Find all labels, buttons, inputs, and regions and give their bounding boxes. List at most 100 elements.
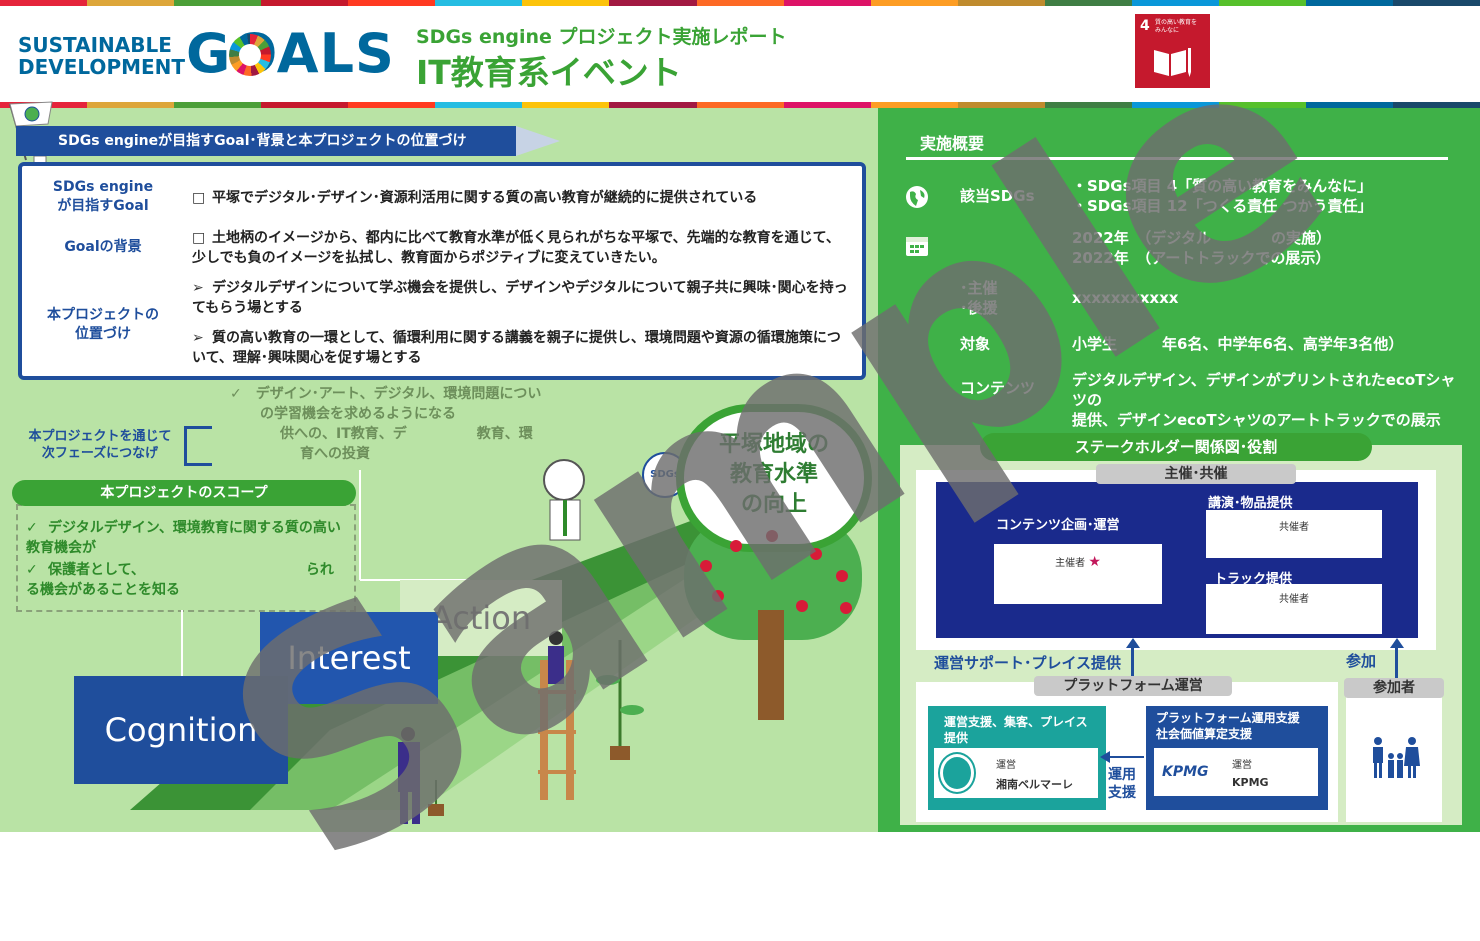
join-label: 参加: [1346, 652, 1377, 670]
sdg-color-segment: [1305, 0, 1393, 6]
sdg-color-segment: [0, 0, 88, 6]
banner-pencil-tip: [516, 126, 560, 156]
next-phase-bracket: [184, 426, 212, 466]
bellmare-card: 運営 湘南ベルマーレ: [934, 748, 1098, 798]
co-host-box-2: 共催者: [1206, 584, 1382, 634]
bellmare-name: 湘南ベルマーレ: [996, 778, 1073, 791]
participant-tag: 参加者: [1344, 678, 1444, 698]
date-value: 2022年 （デジタル の実施） 2022年 （アートトラックでの展示）: [1072, 229, 1331, 267]
positioning-text-1: ➢ デジタルデザインについて学ぶ機会を提供し、デザインやデジタルについて親子共に興…: [192, 278, 852, 318]
host-inner-box: コンテンツ企画･運営 主催者 ★ 講演･物品提供 共催者 トラック提供 共催者: [936, 482, 1418, 638]
kpmg-role-title: プラットフォーム運用支援 社会価値算定支援: [1156, 711, 1300, 741]
outcome-note: ✓ デザイン･アート、デジタル、環境問題につい の学習機会を求めるようになる 供…: [230, 384, 580, 464]
background-text: □ 土地柄のイメージから、都内に比べて教育水準が低く見られがちな平塚で、先端的な教…: [192, 228, 852, 268]
co-host-box-1: 共催者: [1206, 510, 1382, 558]
overview-heading: 実施概要: [920, 134, 985, 153]
apple-icon: [810, 548, 822, 560]
goal-text-body: 平塚でデジタル･デザイン･資源利活用に関する質の高い教育が継続的に提供されている: [212, 190, 758, 206]
goal-text: □ 平塚でデジタル･デザイン･資源利活用に関する質の高い教育が継続的に提供されてい…: [192, 188, 852, 208]
page-title: IT教育系イベント: [416, 53, 682, 92]
apple-icon: [840, 602, 852, 614]
target-value: 小学生 年6名、中学年6名、高学年3名他）: [1072, 335, 1404, 353]
book-pencil-icon: [1154, 48, 1191, 77]
businessmen-plants-icon: [398, 631, 644, 824]
note-line: 供への、IT教育、デ 教育、環: [280, 426, 533, 442]
organizer-box: 主催者 ★: [994, 544, 1162, 604]
support-label: 運営サポート･プレイス提供: [934, 654, 1122, 672]
section-banner: SDGs engineが目指すGoal･背景と本プロジェクトの位置づけ: [16, 126, 516, 156]
organizer-value: xxxxxxxxxxx: [1072, 289, 1179, 307]
sdg-color-segment: [696, 0, 784, 6]
tree-trunk: [758, 610, 784, 720]
positioning-text-2-body: 質の高い教育の一環として、循環利用に関する講義を親子に提供し、環境問題や資源の循…: [192, 330, 841, 366]
arrow-stem: [1395, 646, 1398, 678]
content-planning-label: コンテンツ企画･運営: [996, 518, 1120, 533]
logo-line2: DEVELOPMENT: [18, 55, 186, 79]
sdg-color-segment: [174, 0, 262, 6]
sdg-color-segment: [261, 0, 349, 6]
organizer-label: 主催者: [1055, 558, 1086, 569]
arrow-up-icon: [1390, 638, 1404, 648]
sdg-wheel-icon: [229, 34, 271, 76]
apple-icon: [796, 600, 808, 612]
participant-group: [1346, 682, 1442, 822]
apple-icon: [712, 590, 724, 602]
goal-number: 4: [1140, 18, 1150, 34]
bellmare-role-title: 運営支援、集客、プレイス提供: [944, 715, 1088, 745]
content-key: コンテンツ: [960, 379, 1036, 397]
next-phase-label: 本プロジェクトを通じて 次フェーズにつなげ: [28, 429, 172, 461]
lecture-supply-label: 講演･物品提供: [1208, 496, 1293, 511]
sdgs-key: 該当SDGs: [960, 187, 1035, 205]
platform-tag: プラットフォーム運営: [1034, 676, 1232, 696]
goal-label-1: 質の高い教育を: [1155, 19, 1198, 26]
arrow-marker: ➢: [192, 280, 204, 296]
sdg-goal-4-badge: 4 質の高い教育を みんなに: [1135, 14, 1210, 88]
arrow-left-icon: [1100, 751, 1110, 763]
sdg-color-segment: [1218, 0, 1306, 6]
note-line: ✓ デザイン･アート、デジタル、環境問題につい: [230, 386, 542, 402]
kpmg-box: プラットフォーム運用支援 社会価値算定支援 KPMG 運営 KPMG: [1146, 706, 1328, 810]
sdg-color-segment: [957, 0, 1045, 6]
mascot-character-icon: [543, 459, 585, 541]
goal-label: 質の高い教育を みんなに: [1155, 19, 1197, 35]
apple-icon: [766, 530, 778, 542]
sdg-color-segment: [870, 0, 958, 6]
sdg-color-segment: [1044, 0, 1132, 6]
organizer-key: ･主催 ･後援: [960, 279, 998, 317]
goals-logo-text: GOALS: [186, 22, 395, 85]
background-label-cell: Goalの背景: [64, 239, 142, 255]
host-tag: 主催･共催: [1096, 464, 1296, 484]
sdg-color-segment: [87, 0, 175, 6]
sdg-color-segment: [435, 0, 523, 6]
header: SUSTAINABLE DEVELOPMENT GOALS SDGs engin…: [0, 0, 1480, 104]
arrow-left-line: [1108, 756, 1144, 758]
bullet-marker: □: [192, 190, 206, 206]
sdg-color-segment: [783, 0, 871, 6]
stakeholder-title: ステークホルダー関係図･役割: [980, 433, 1372, 461]
sdg-color-segment: [348, 0, 436, 6]
globe-icon: [906, 186, 928, 208]
sdg-color-bar-top: [0, 0, 1480, 6]
organizer-row: 主催者 ★: [994, 544, 1162, 570]
apple-icon: [730, 540, 742, 552]
kpmg-card: KPMG 運営 KPMG: [1154, 748, 1318, 796]
target-key: 対象: [960, 335, 991, 353]
arrow-stem: [1131, 646, 1134, 676]
logo-line1: SUSTAINABLE: [18, 33, 172, 57]
co-host-label: 共催者: [1279, 522, 1309, 533]
apple-icon: [700, 560, 712, 572]
bellmare-box: 運営支援、集客、プレイス提供 運営 湘南ベルマーレ: [928, 706, 1106, 810]
goal-label-2: みんなに: [1155, 27, 1180, 34]
bullet-marker: □: [192, 230, 206, 246]
goal-label-cell: SDGs engine が目指すGoal: [52, 179, 154, 214]
stair-cognition: Cognition: [74, 676, 288, 784]
background-text-body: 土地柄のイメージから、都内に比べて教育水準が低く見られがちな平塚で、先端的な教育…: [192, 230, 840, 266]
star-icon: ★: [1088, 554, 1101, 570]
sdgs-value: ・SDGs項目 4「質の高い教育をみんなに」 ・SDGs項目 12「つくる責任 …: [1072, 177, 1373, 215]
ops-support-label: 運用 支援: [1108, 767, 1136, 801]
positioning-text-2: ➢ 質の高い教育の一環として、循環利用に関する講義を親子に提供し、環境問題や資源の…: [192, 328, 852, 368]
kpmg-name: KPMG: [1232, 776, 1269, 789]
family-icon: [1373, 737, 1420, 778]
content-value: デジタルデザイン、デザインがプリントされたecoTシャツの 提供、デザインeco…: [1072, 371, 1456, 429]
goal-info-box: SDGs engine が目指すGoal □ 平塚でデジタル･デザイン･資源利活用…: [18, 162, 866, 380]
